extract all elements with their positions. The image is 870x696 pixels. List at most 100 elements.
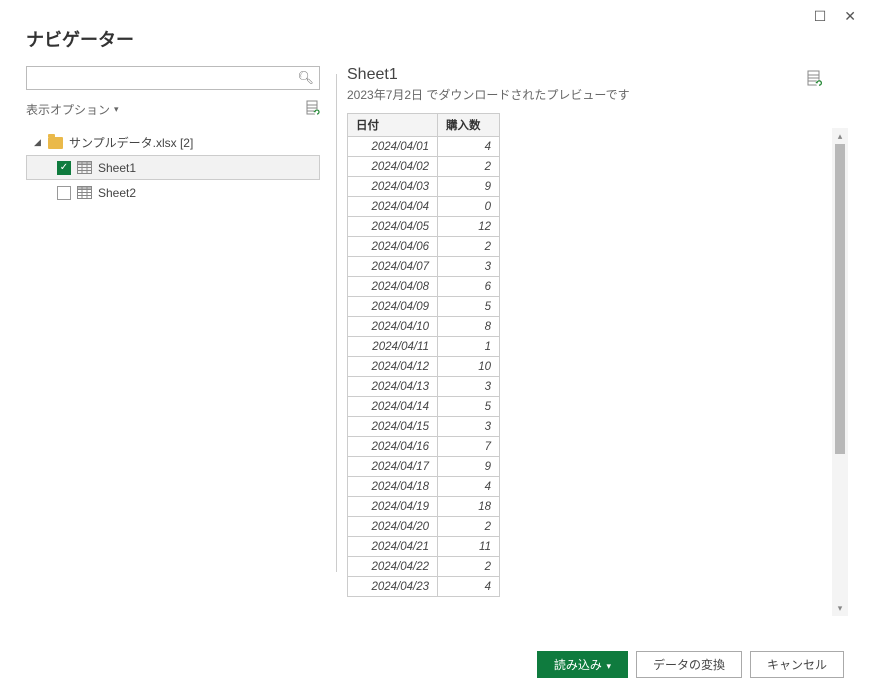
scrollbar-thumb[interactable]: [835, 144, 845, 454]
cell-count: 3: [438, 377, 500, 397]
table-row[interactable]: 2024/04/167: [348, 437, 500, 457]
cell-count: 6: [438, 277, 500, 297]
cell-count: 1: [438, 337, 500, 357]
cell-date: 2024/04/17: [348, 457, 438, 477]
preview-subtitle: 2023年7月2日 でダウンロードされたプレビューです: [347, 86, 630, 103]
table-row[interactable]: 2024/04/014: [348, 137, 500, 157]
cell-date: 2024/04/10: [348, 317, 438, 337]
scroll-up-arrow-icon[interactable]: ▴: [832, 128, 848, 144]
tree-sheet-label: Sheet1: [98, 161, 136, 175]
chevron-down-icon: ▾: [114, 104, 119, 115]
table-row[interactable]: 2024/04/222: [348, 557, 500, 577]
transform-data-button[interactable]: データの変換: [636, 651, 742, 678]
table-row[interactable]: 2024/04/1210: [348, 357, 500, 377]
table-row[interactable]: 2024/04/2111: [348, 537, 500, 557]
tree-file-label: サンプルデータ.xlsx [2]: [69, 134, 193, 151]
cell-date: 2024/04/02: [348, 157, 438, 177]
cell-count: 3: [438, 257, 500, 277]
table-row[interactable]: 2024/04/145: [348, 397, 500, 417]
cell-count: 4: [438, 477, 500, 497]
panel-divider: [336, 74, 337, 572]
column-header[interactable]: 購入数: [438, 114, 500, 137]
cell-date: 2024/04/07: [348, 257, 438, 277]
cell-date: 2024/04/22: [348, 557, 438, 577]
cell-date: 2024/04/13: [348, 377, 438, 397]
tree-sheet-item[interactable]: Sheet2: [26, 180, 320, 205]
table-row[interactable]: 2024/04/133: [348, 377, 500, 397]
table-row[interactable]: 2024/04/108: [348, 317, 500, 337]
cell-date: 2024/04/04: [348, 197, 438, 217]
cell-date: 2024/04/15: [348, 417, 438, 437]
tree-sheet-item[interactable]: ✓ Sheet1: [26, 155, 320, 180]
scroll-down-arrow-icon[interactable]: ▾: [832, 600, 848, 616]
cell-count: 18: [438, 497, 500, 517]
tree-file-node[interactable]: ◢ サンプルデータ.xlsx [2]: [26, 130, 320, 155]
close-icon[interactable]: ✕: [844, 8, 856, 25]
table-row[interactable]: 2024/04/111: [348, 337, 500, 357]
cell-date: 2024/04/03: [348, 177, 438, 197]
cell-count: 2: [438, 157, 500, 177]
table-row[interactable]: 2024/04/062: [348, 237, 500, 257]
cell-date: 2024/04/14: [348, 397, 438, 417]
table-row[interactable]: 2024/04/1918: [348, 497, 500, 517]
table-row[interactable]: 2024/04/073: [348, 257, 500, 277]
table-row[interactable]: 2024/04/086: [348, 277, 500, 297]
cell-count: 4: [438, 137, 500, 157]
cell-date: 2024/04/05: [348, 217, 438, 237]
vertical-scrollbar[interactable]: ▴ ▾: [832, 128, 848, 616]
cell-count: 4: [438, 577, 500, 597]
table-row[interactable]: 2024/04/179: [348, 457, 500, 477]
cell-count: 7: [438, 437, 500, 457]
cell-count: 9: [438, 457, 500, 477]
cell-count: 2: [438, 557, 500, 577]
cell-date: 2024/04/19: [348, 497, 438, 517]
table-row[interactable]: 2024/04/040: [348, 197, 500, 217]
table-row[interactable]: 2024/04/0512: [348, 217, 500, 237]
table-row[interactable]: 2024/04/234: [348, 577, 500, 597]
cell-count: 11: [438, 537, 500, 557]
table-row[interactable]: 2024/04/095: [348, 297, 500, 317]
refresh-list-icon[interactable]: [306, 100, 320, 118]
table-row[interactable]: 2024/04/202: [348, 517, 500, 537]
load-button[interactable]: 読み込み: [537, 651, 628, 678]
cell-count: 9: [438, 177, 500, 197]
table-row[interactable]: 2024/04/153: [348, 417, 500, 437]
cell-count: 0: [438, 197, 500, 217]
cell-count: 3: [438, 417, 500, 437]
cell-count: 2: [438, 517, 500, 537]
page-title: ナビゲーター: [26, 26, 844, 52]
cell-date: 2024/04/09: [348, 297, 438, 317]
cell-date: 2024/04/08: [348, 277, 438, 297]
preview-title: Sheet1: [347, 66, 630, 84]
cancel-button[interactable]: キャンセル: [750, 651, 844, 678]
preview-table: 日付購入数 2024/04/0142024/04/0222024/04/0392…: [347, 113, 500, 597]
cell-count: 12: [438, 217, 500, 237]
table-row[interactable]: 2024/04/184: [348, 477, 500, 497]
scrollbar-track[interactable]: [832, 144, 848, 600]
cell-date: 2024/04/16: [348, 437, 438, 457]
refresh-preview-icon[interactable]: [807, 70, 822, 86]
column-header[interactable]: 日付: [348, 114, 438, 137]
table-icon: [77, 186, 92, 199]
search-input[interactable]: [26, 66, 320, 90]
cell-date: 2024/04/21: [348, 537, 438, 557]
maximize-icon[interactable]: ☐: [814, 8, 827, 25]
display-options-dropdown[interactable]: 表示オプション ▾: [26, 101, 119, 118]
sheet-checkbox[interactable]: ✓: [57, 161, 71, 175]
cell-date: 2024/04/11: [348, 337, 438, 357]
cell-count: 8: [438, 317, 500, 337]
sheet-checkbox[interactable]: [57, 186, 71, 200]
table-row[interactable]: 2024/04/022: [348, 157, 500, 177]
cell-date: 2024/04/23: [348, 577, 438, 597]
table-row[interactable]: 2024/04/039: [348, 177, 500, 197]
cell-date: 2024/04/01: [348, 137, 438, 157]
cell-date: 2024/04/18: [348, 477, 438, 497]
cell-count: 2: [438, 237, 500, 257]
preview-panel: Sheet1 2023年7月2日 でダウンロードされたプレビューです 日付購入数: [347, 66, 870, 636]
cell-date: 2024/04/06: [348, 237, 438, 257]
cell-count: 10: [438, 357, 500, 377]
chevron-down-icon: ◢: [34, 137, 42, 148]
cell-date: 2024/04/12: [348, 357, 438, 377]
cell-date: 2024/04/20: [348, 517, 438, 537]
display-options-label: 表示オプション: [26, 101, 110, 118]
